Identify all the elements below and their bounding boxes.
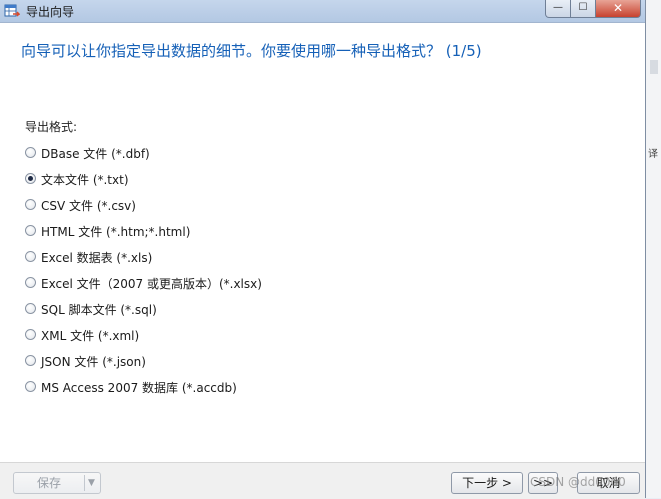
background-app-marker	[650, 60, 658, 74]
radio-button[interactable]	[25, 251, 36, 262]
radio-button[interactable]	[25, 381, 36, 392]
watermark: CSDN @dd0000	[530, 475, 626, 489]
radio-button[interactable]	[25, 355, 36, 366]
format-option-label: Excel 文件（2007 或更高版本）(*.xlsx)	[41, 277, 262, 291]
title-bar-background-blur	[80, 4, 410, 18]
radio-button[interactable]	[25, 329, 36, 340]
title-bar[interactable]: 导出向导 — ☐ ✕	[0, 0, 645, 23]
window-title: 导出向导	[26, 5, 75, 19]
maximize-button[interactable]: ☐	[570, 0, 596, 18]
format-option-label: 文本文件 (*.txt)	[41, 173, 129, 187]
format-option-label: SQL 脚本文件 (*.sql)	[41, 303, 157, 317]
background-app-text: 译	[648, 149, 658, 160]
format-option-label: JSON 文件 (*.json)	[41, 355, 146, 369]
background-app-strip: 译	[645, 0, 661, 498]
radio-button[interactable]	[25, 147, 36, 158]
minimize-button[interactable]: —	[545, 0, 571, 18]
save-button-label: 保存	[36, 476, 61, 490]
split-divider	[84, 475, 85, 491]
dropdown-arrow-icon: ▼	[88, 478, 95, 488]
format-option-label: HTML 文件 (*.htm;*.html)	[41, 225, 191, 239]
radio-button[interactable]	[25, 225, 36, 236]
radio-button[interactable]	[25, 303, 36, 314]
export-format-label: 导出格式:	[25, 120, 78, 134]
save-button: 保存 ▼	[13, 472, 101, 494]
format-option-label: XML 文件 (*.xml)	[41, 329, 140, 343]
format-option-label: Excel 数据表 (*.xls)	[41, 251, 153, 265]
wizard-question: 向导可以让你指定导出数据的细节。你要使用哪一种导出格式？ (1/5)	[21, 42, 482, 60]
export-wizard-dialog: 导出向导 — ☐ ✕ 向导可以让你指定导出数据的细节。你要使用哪一种导出格式？ …	[0, 0, 646, 499]
table-export-icon	[4, 4, 20, 17]
next-button[interactable]: 下一步 >	[451, 472, 523, 494]
radio-button[interactable]	[25, 199, 36, 210]
radio-button[interactable]	[25, 277, 36, 288]
format-option-label: CSV 文件 (*.csv)	[41, 199, 136, 213]
format-option-label: DBase 文件 (*.dbf)	[41, 147, 150, 161]
close-button[interactable]: ✕	[595, 0, 641, 18]
format-option-label: MS Access 2007 数据库 (*.accdb)	[41, 381, 237, 395]
radio-button[interactable]	[25, 173, 36, 184]
